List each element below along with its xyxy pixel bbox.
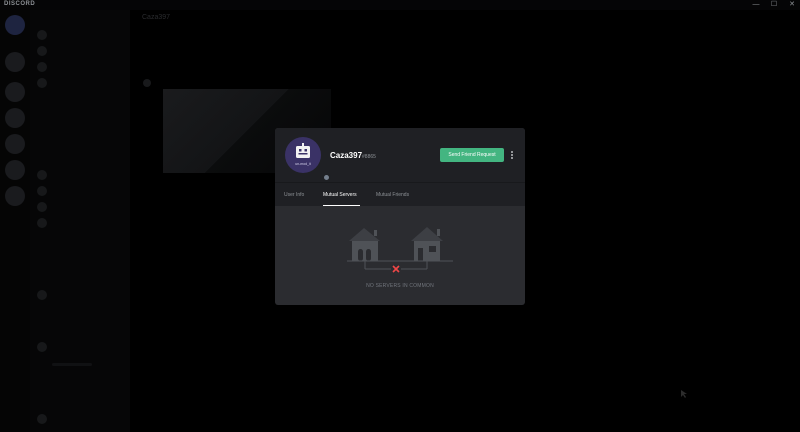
server-icon[interactable] [5,186,25,206]
dm-avatar [37,46,47,56]
server-icon[interactable] [5,82,25,102]
tab-mutual-servers[interactable]: Mutual Servers [323,192,357,198]
dm-label [52,363,92,366]
avatar: un-mod_it [285,137,331,182]
message-avatar [143,79,151,87]
dm-avatar [37,62,47,72]
server-sidebar [0,10,30,432]
profile-username: Caza397#8865 [330,151,376,160]
active-tab-indicator [323,205,360,206]
dm-avatar [37,202,47,212]
user-profile-modal: un-mod_it Caza397#8865 Send Friend Reque… [275,128,525,305]
controller-icon [296,143,310,158]
chat-title: Caza397 [142,14,171,21]
app-title: DISCORD [4,1,36,7]
send-friend-request-button[interactable]: Send Friend Request [440,148,504,162]
server-icon[interactable] [5,52,25,72]
no-servers-illustration [347,227,453,273]
title-bar: DISCORD — ☐ ✕ [0,0,800,10]
avatar-label: un-mod_it [295,162,311,166]
discriminator: #8865 [362,154,376,160]
dm-avatar [37,290,47,300]
more-dot [511,154,513,156]
user-avatar [37,414,47,424]
profile-tabs: User Info Mutual Servers Mutual Friends [275,182,525,206]
username-text: Caza397 [330,151,363,160]
minimize-button[interactable]: — [748,0,764,10]
chat-header: Caza397 [130,10,800,28]
dm-avatar [37,186,47,196]
tab-user-info[interactable]: User Info [284,192,304,198]
dm-avatar [37,30,47,40]
profile-header: un-mod_it Caza397#8865 Send Friend Reque… [275,128,525,182]
dm-avatar [37,342,47,352]
close-button[interactable]: ✕ [784,0,800,10]
server-icon[interactable] [5,160,25,180]
dm-avatar [37,170,47,180]
status-indicator [322,173,331,182]
server-icon[interactable] [5,134,25,154]
server-icon[interactable] [5,108,25,128]
empty-state-message: NO SERVERS IN COMMON [366,283,434,289]
channel-sidebar [30,10,130,432]
mouse-cursor-icon [681,390,687,398]
more-dot [511,157,513,159]
home-icon[interactable] [5,15,25,35]
more-dot [511,151,513,153]
maximize-button[interactable]: ☐ [766,0,782,10]
dm-avatar [37,218,47,228]
error-x-icon [392,265,400,273]
dm-avatar [37,78,47,88]
more-options-button[interactable] [507,148,517,162]
tab-mutual-friends[interactable]: Mutual Friends [376,192,409,198]
